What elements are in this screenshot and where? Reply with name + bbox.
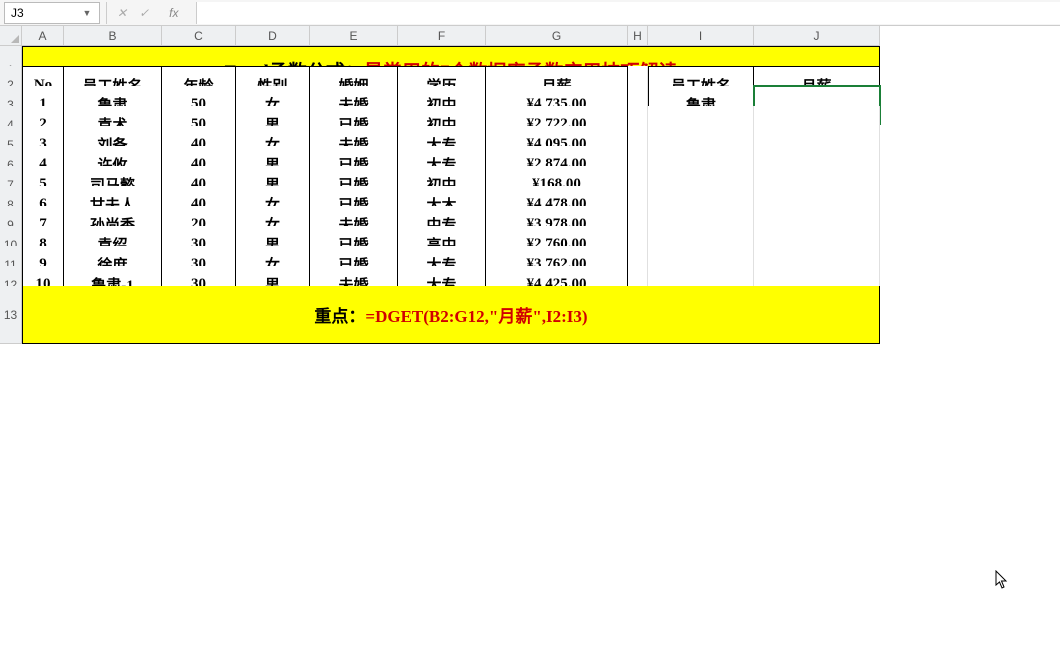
mouse-cursor-icon (995, 570, 1009, 590)
col-header-F[interactable]: F (398, 26, 486, 46)
col-header-A[interactable]: A (22, 26, 64, 46)
col-header-J[interactable]: J (754, 26, 880, 46)
select-all-corner[interactable] (0, 26, 22, 46)
col-header-C[interactable]: C (162, 26, 236, 46)
footer-black: 重点： (314, 307, 365, 326)
cancel-icon[interactable]: ✕ (117, 6, 127, 20)
col-header-E[interactable]: E (310, 26, 398, 46)
formula-bar: J3 ▼ ✕ ✓ fx (0, 0, 1060, 26)
col-header-I[interactable]: I (648, 26, 754, 46)
row-header-13[interactable]: 13 (0, 286, 22, 344)
spreadsheet-grid: ABCDEFGHIJ1Excel函数公式：最常用的7个数据库函数应用技巧解读2N… (0, 26, 1060, 306)
col-header-B[interactable]: B (64, 26, 162, 46)
fx-label[interactable]: fx (161, 6, 186, 20)
col-header-G[interactable]: G (486, 26, 628, 46)
name-box[interactable]: J3 ▼ (4, 2, 100, 24)
col-header-H[interactable]: H (628, 26, 648, 46)
confirm-icon[interactable]: ✓ (139, 6, 149, 20)
footer-red: =DGET(B2:G12,"月薪",I2:I3) (365, 307, 587, 326)
formula-buttons: ✕ ✓ fx (106, 2, 197, 24)
name-box-dropdown-icon[interactable]: ▼ (81, 8, 93, 18)
col-header-D[interactable]: D (236, 26, 310, 46)
formula-input[interactable] (197, 2, 1060, 24)
footer-cell: 重点：=DGET(B2:G12,"月薪",I2:I3) (22, 286, 880, 344)
name-box-value: J3 (11, 6, 81, 20)
